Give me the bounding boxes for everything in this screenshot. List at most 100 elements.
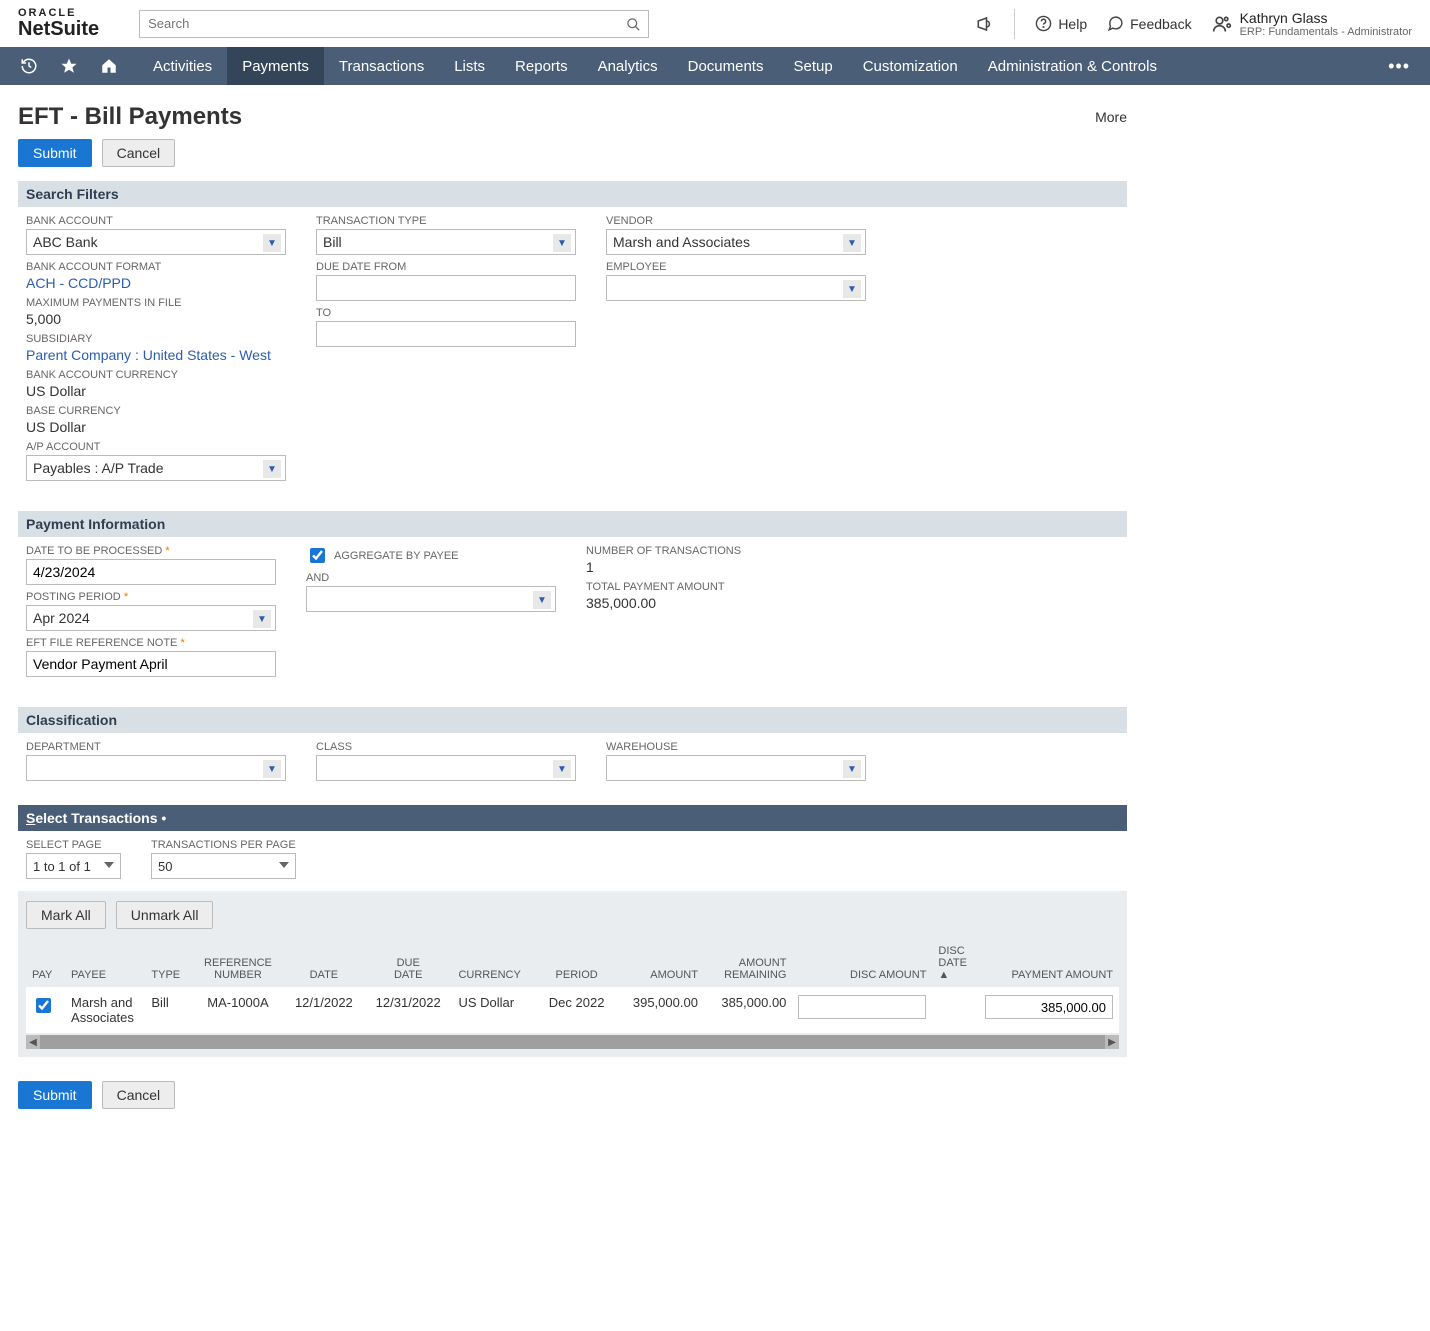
transaction-type-select[interactable]: Bill▼ bbox=[316, 229, 576, 255]
header-divider bbox=[1014, 9, 1015, 39]
transactions-table: PAY PAYEE TYPE REFERENCE NUMBER DATE DUE… bbox=[26, 939, 1119, 1033]
unmark-all-button[interactable]: Unmark All bbox=[116, 901, 214, 929]
nav-item-setup[interactable]: Setup bbox=[778, 47, 847, 85]
transaction-type-label: TRANSACTION TYPE bbox=[316, 215, 576, 227]
subsidiary-link[interactable]: Parent Company : United States - West bbox=[26, 347, 271, 363]
col-period[interactable]: PERIOD bbox=[538, 939, 616, 987]
pay-checkbox[interactable] bbox=[36, 998, 51, 1013]
col-payment-amount[interactable]: PAYMENT AMOUNT bbox=[979, 939, 1119, 987]
date-processed-label: DATE TO BE PROCESSED * bbox=[26, 545, 276, 557]
cell-due-date: 12/31/2022 bbox=[364, 987, 452, 1033]
cell-type: Bill bbox=[145, 987, 192, 1033]
and-select[interactable]: ▼ bbox=[306, 586, 556, 612]
posting-period-select[interactable]: Apr 2024▼ bbox=[26, 605, 276, 631]
nav-item-payments[interactable]: Payments bbox=[227, 47, 324, 85]
star-icon[interactable] bbox=[60, 57, 78, 75]
nav-item-customization[interactable]: Customization bbox=[848, 47, 973, 85]
col-disc-date[interactable]: DISC DATE▲ bbox=[932, 939, 979, 987]
aggregate-checkbox[interactable] bbox=[310, 548, 325, 563]
col-amount[interactable]: AMOUNT bbox=[615, 939, 703, 987]
main-nav: ActivitiesPaymentsTransactionsListsRepor… bbox=[0, 47, 1430, 85]
date-processed-input[interactable] bbox=[26, 559, 276, 585]
scroll-thumb[interactable] bbox=[40, 1035, 1105, 1049]
bank-account-format-label: BANK ACCOUNT FORMAT bbox=[26, 261, 286, 273]
bank-account-select[interactable]: ABC Bank▼ bbox=[26, 229, 286, 255]
col-ref[interactable]: REFERENCE NUMBER bbox=[192, 939, 284, 987]
cancel-button-bottom[interactable]: Cancel bbox=[102, 1081, 176, 1109]
cell-currency: US Dollar bbox=[452, 987, 537, 1033]
and-label: AND bbox=[306, 572, 556, 584]
mark-all-button[interactable]: Mark All bbox=[26, 901, 106, 929]
vendor-label: VENDOR bbox=[606, 215, 866, 227]
aggregate-label: AGGREGATE BY PAYEE bbox=[334, 550, 459, 562]
col-due-date[interactable]: DUE DATE bbox=[364, 939, 452, 987]
classification-header: Classification bbox=[18, 707, 1127, 733]
ap-account-label: A/P ACCOUNT bbox=[26, 441, 286, 453]
col-disc-amount[interactable]: DISC AMOUNT bbox=[792, 939, 932, 987]
select-page-dropdown[interactable]: 1 to 1 of 1 bbox=[26, 853, 121, 879]
home-icon[interactable] bbox=[100, 57, 118, 75]
nav-item-lists[interactable]: Lists bbox=[439, 47, 500, 85]
nav-item-analytics[interactable]: Analytics bbox=[583, 47, 673, 85]
ap-account-select[interactable]: Payables : A/P Trade▼ bbox=[26, 455, 286, 481]
col-currency[interactable]: CURRENCY bbox=[452, 939, 537, 987]
due-date-from-input[interactable] bbox=[316, 275, 576, 301]
cell-disc-date bbox=[932, 987, 979, 1033]
cell-amount-remaining: 385,000.00 bbox=[704, 987, 792, 1033]
class-label: CLASS bbox=[316, 741, 576, 753]
nav-item-activities[interactable]: Activities bbox=[138, 47, 227, 85]
employee-select[interactable]: ▼ bbox=[606, 275, 866, 301]
col-amount-remaining[interactable]: AMOUNT REMAINING bbox=[704, 939, 792, 987]
nav-item-administration-controls[interactable]: Administration & Controls bbox=[973, 47, 1172, 85]
nav-item-reports[interactable]: Reports bbox=[500, 47, 583, 85]
num-transactions-value: 1 bbox=[586, 559, 594, 575]
eft-ref-input[interactable] bbox=[26, 651, 276, 677]
base-currency-value: US Dollar bbox=[26, 419, 86, 435]
nav-item-documents[interactable]: Documents bbox=[673, 47, 779, 85]
bank-account-format-link[interactable]: ACH - CCD/PPD bbox=[26, 275, 131, 291]
scroll-right-icon[interactable]: ▶ bbox=[1105, 1035, 1119, 1049]
col-pay[interactable]: PAY bbox=[26, 939, 65, 987]
payment-amount-input[interactable] bbox=[985, 995, 1113, 1019]
history-icon[interactable] bbox=[20, 57, 38, 75]
users-icon bbox=[1212, 14, 1232, 34]
to-input[interactable] bbox=[316, 321, 576, 347]
payment-info-header: Payment Information bbox=[18, 511, 1127, 537]
base-currency-label: BASE CURRENCY bbox=[26, 405, 286, 417]
search-icon[interactable] bbox=[626, 16, 641, 32]
scroll-left-icon[interactable]: ◀ bbox=[26, 1035, 40, 1049]
col-payee[interactable]: PAYEE bbox=[65, 939, 145, 987]
more-menu[interactable]: More bbox=[1095, 109, 1127, 125]
search-filters-header: Search Filters bbox=[18, 181, 1127, 207]
feedback-link[interactable]: Feedback bbox=[1107, 15, 1191, 32]
announce-icon[interactable] bbox=[976, 15, 994, 33]
max-payments-value: 5,000 bbox=[26, 311, 61, 327]
num-transactions-label: NUMBER OF TRANSACTIONS bbox=[586, 545, 846, 557]
select-transactions-header[interactable]: Select Transactions • bbox=[18, 805, 1127, 831]
vendor-select[interactable]: Marsh and Associates▼ bbox=[606, 229, 866, 255]
cell-period: Dec 2022 bbox=[538, 987, 616, 1033]
col-type[interactable]: TYPE bbox=[145, 939, 192, 987]
nav-more-icon[interactable]: ••• bbox=[1368, 56, 1430, 77]
employee-label: EMPLOYEE bbox=[606, 261, 866, 273]
help-link[interactable]: Help bbox=[1035, 15, 1087, 32]
page-title: EFT - Bill Payments bbox=[18, 103, 242, 131]
horizontal-scrollbar[interactable]: ◀ ▶ bbox=[26, 1035, 1119, 1049]
col-date[interactable]: DATE bbox=[284, 939, 364, 987]
submit-button-bottom[interactable]: Submit bbox=[18, 1081, 92, 1109]
warehouse-select[interactable]: ▼ bbox=[606, 755, 866, 781]
submit-button[interactable]: Submit bbox=[18, 139, 92, 167]
nav-item-transactions[interactable]: Transactions bbox=[324, 47, 439, 85]
max-payments-label: MAXIMUM PAYMENTS IN FILE bbox=[26, 297, 286, 309]
user-menu[interactable]: Kathryn Glass ERP: Fundamentals - Admini… bbox=[1212, 10, 1412, 38]
disc-amount-input[interactable] bbox=[798, 995, 926, 1019]
cancel-button[interactable]: Cancel bbox=[102, 139, 176, 167]
department-select[interactable]: ▼ bbox=[26, 755, 286, 781]
search-input[interactable] bbox=[139, 10, 649, 38]
oracle-netsuite-logo: ORACLE NetSuite bbox=[18, 8, 99, 39]
class-select[interactable]: ▼ bbox=[316, 755, 576, 781]
subsidiary-label: SUBSIDIARY bbox=[26, 333, 286, 345]
help-icon bbox=[1035, 15, 1052, 32]
per-page-dropdown[interactable]: 50 bbox=[151, 853, 296, 879]
cell-ref: MA-1000A bbox=[192, 987, 284, 1033]
